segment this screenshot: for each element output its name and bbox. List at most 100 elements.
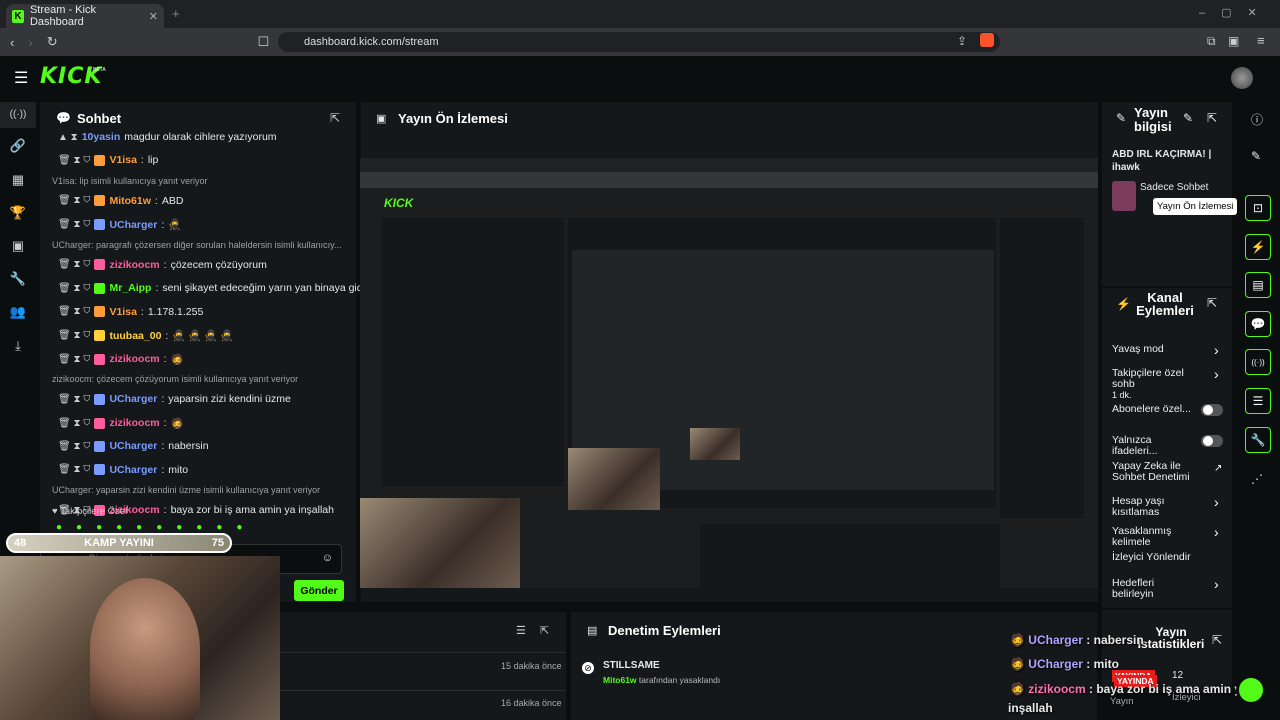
chat-username[interactable]: UCharger [109,219,157,231]
preview-toggle-icon[interactable]: ⊡ [1245,195,1271,221]
mod-tools-icon[interactable]: 🗑 ⧗ ⛉ [58,306,90,317]
share-nodes-icon[interactable]: ⋰ [1251,472,1263,486]
followers-only-label: ♥ Takipçilere Özel [52,506,128,517]
forward-icon[interactable]: › [28,35,32,50]
hamburger-icon[interactable]: ☰ [14,68,28,88]
mod-tools-icon[interactable]: 🗑 ⧗ ⛉ [58,354,90,365]
channel-actions-title: Kanal Eylemleri [1136,290,1194,318]
external-link-icon[interactable]: ↗ [1214,463,1222,474]
chat-username[interactable]: V1isa [109,306,136,318]
brave-shield-icon[interactable] [980,33,994,47]
mod-tools-icon[interactable]: 🗑 ⧗ ⛉ [58,394,90,405]
rail-users-icon[interactable]: 👥 [0,304,36,320]
rail-trophy-icon[interactable]: 🏆 [0,205,36,221]
popout-info-icon[interactable]: ⇱ [1207,111,1217,125]
mod-tools-icon[interactable]: 🗑 ⧗ ⛉ [58,155,90,166]
chat-username[interactable]: zizikoocm [109,259,159,271]
mod-tools-icon[interactable]: 🗑 ⧗ ⛉ [58,219,90,230]
rail-stream-icon[interactable]: ((·)) [0,102,36,128]
chat-toggle-icon[interactable]: 💬 [1245,311,1271,337]
rail-link-icon[interactable]: 🔗 [0,138,36,154]
camp-left: 48 [14,537,27,549]
mod-tools-icon[interactable]: 🗑 ⧗ ⛉ [58,441,90,452]
channel-action-item[interactable]: Takipçilere özel sohb 1 dk. [1112,368,1196,401]
fab-help-icon[interactable] [1236,675,1266,705]
rail-download-icon[interactable]: ⤓ [0,338,36,354]
url-bar[interactable]: dashboard.kick.com/stream [278,32,1000,52]
document-icon[interactable]: ▤ [1245,272,1271,298]
channel-action-item[interactable]: Yasaklanmış kelimele [1112,526,1196,548]
divider [280,652,566,653]
pen-icon[interactable]: ✎ [1251,149,1261,163]
chat-message: ▲ ⧗ 10yasin magdur olarak cihlere yazıyo… [58,131,277,143]
chevron-right-icon[interactable]: › [1214,494,1219,510]
reload-icon[interactable]: ↻ [47,34,58,50]
chevron-right-icon[interactable]: › [1214,524,1219,540]
chevron-right-icon[interactable]: › [1214,342,1219,358]
bolt-toggle-icon[interactable]: ⚡ [1245,234,1271,260]
channel-action-item[interactable]: Abonelere özel... [1112,404,1196,415]
browser-tab[interactable]: K Stream - Kick Dashboard ✕ [6,4,164,28]
chat-mode-text: Sadece Sohbet [1140,182,1209,193]
banned-user[interactable]: STILLSAME [603,660,660,671]
popout-stats-icon[interactable]: ⇱ [1212,633,1222,647]
back-icon[interactable]: ‹ [10,35,14,50]
emoji-icon[interactable]: ☺ [322,552,333,564]
mod-tools-icon[interactable]: 🗑 ⧗ ⛉ [58,195,90,206]
channel-action-item[interactable]: Hedefleri belirleyin [1112,578,1196,600]
wrench-toggle-icon[interactable]: 🔧 [1245,427,1271,453]
new-tab-icon[interactable]: + [172,6,180,21]
popout-activity-icon[interactable]: ⇱ [540,624,549,637]
chevron-right-icon[interactable]: › [1214,366,1219,382]
chat-username[interactable]: 10yasin [82,131,121,143]
mod-tools-icon[interactable]: 🗑 ⧗ ⛉ [58,330,90,341]
info-circle-icon[interactable]: ⓘ [1251,111,1263,128]
mod-tools-icon[interactable]: 🗑 ⧗ ⛉ [58,283,90,294]
user-badge-icon [94,219,106,230]
share-icon[interactable]: ⇪ [957,34,967,48]
chat-username[interactable]: Mito61w [109,195,150,207]
chat-username[interactable]: tuubaa_00 [109,330,161,342]
extensions-icon[interactable]: ⧉ [1207,34,1216,49]
popout-chat-icon[interactable]: ⇱ [330,111,340,125]
chat-username[interactable]: zizikoocm [109,417,159,429]
channel-action-item[interactable]: Yavaş mod [1112,344,1196,355]
user-badge-icon [94,417,106,429]
sidebar-icon[interactable]: ▣ [1228,34,1239,48]
channel-action-item[interactable]: Yalnızca ifadeleri... [1112,435,1196,457]
mod-delete-icon[interactable]: ▲ ⧗ [58,132,78,143]
bookmark-icon[interactable]: ☐ [258,34,270,50]
chat-username[interactable]: UCharger [109,393,157,405]
rail-chart-icon[interactable]: ▦ [0,172,36,188]
chat-username[interactable]: UCharger [109,440,157,452]
broadcast-icon[interactable]: ((·)) [1245,349,1271,375]
mod-tools-icon[interactable]: 🗑 ⧗ ⛉ [58,464,90,475]
preview-video[interactable]: KICK [360,158,1098,588]
menu-icon[interactable]: ≡ [1257,33,1265,48]
activity-time: 16 dakika önce [501,698,562,708]
server-icon[interactable]: ☰ [1245,388,1271,414]
channel-action-item[interactable]: Yapay Zeka ile Sohbet Denetimi [1112,461,1196,483]
window-controls[interactable]: –▢✕ [1199,6,1273,19]
rail-wrench-icon[interactable]: 🔧 [0,271,36,287]
chat-username[interactable]: V1isa [109,154,136,166]
close-tab-icon[interactable]: ✕ [149,10,158,23]
rail-video-icon[interactable]: ▣ [0,238,36,254]
mod-tools-icon[interactable]: 🗑 ⧗ ⛉ [58,418,90,429]
channel-action-item[interactable]: İzleyici Yönlendir [1112,552,1196,563]
chat-username[interactable]: Mr_Aipp [109,282,151,294]
toggle-switch[interactable] [1201,435,1223,447]
popout-actions-icon[interactable]: ⇱ [1207,296,1217,310]
edit-icon[interactable]: ✎ [1183,111,1193,125]
chat-username[interactable]: zizikoocm [109,353,159,365]
chevron-right-icon[interactable]: › [1214,576,1219,592]
channel-action-item[interactable]: Hesap yaşı kısıtlamas [1112,496,1196,518]
chat-username[interactable]: UCharger [109,464,157,476]
send-button[interactable]: Gönder [294,580,344,601]
user-avatar[interactable] [1231,67,1253,89]
filter-icon[interactable]: ☰ [516,624,526,637]
toggle-switch[interactable] [1201,404,1223,416]
category-thumbnail[interactable] [1112,181,1136,211]
mod-tools-icon[interactable]: 🗑 ⧗ ⛉ [58,259,90,270]
chat-reply-context: UCharger: paragrafı çözersen diğer sorul… [52,239,342,250]
